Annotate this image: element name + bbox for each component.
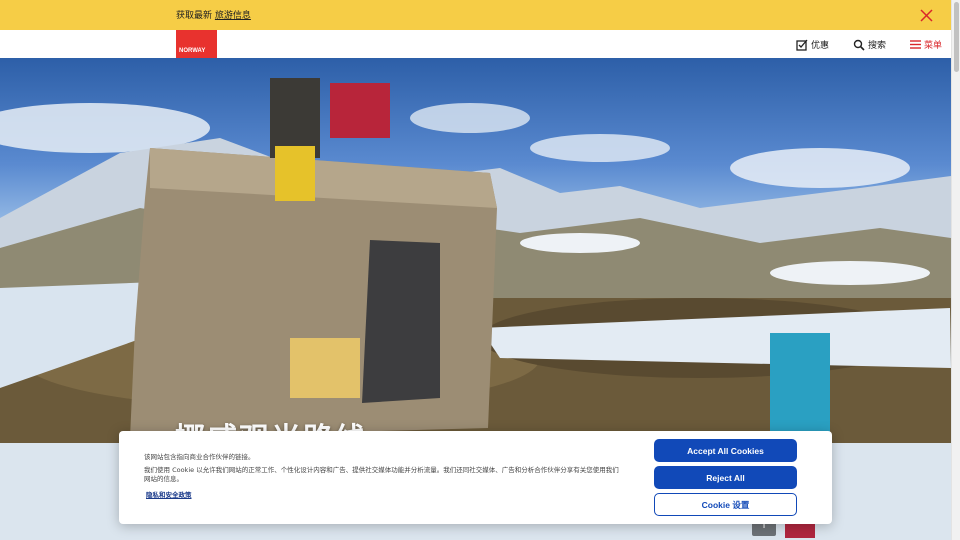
nav-menu-label: 菜单 xyxy=(924,41,943,51)
nav-search[interactable]: 搜索 xyxy=(853,38,886,51)
scrollbar-thumb[interactable] xyxy=(954,2,959,72)
page-scrollbar[interactable] xyxy=(951,0,960,540)
nav-menu[interactable]: 菜单 xyxy=(910,38,942,51)
reject-all-button[interactable]: Reject All xyxy=(654,466,797,489)
nav-offers-label: 优惠 xyxy=(811,41,830,51)
close-icon[interactable] xyxy=(919,8,934,23)
search-icon xyxy=(853,39,865,51)
cookie-description: 我们使用 Cookie 以允许我们网站的正常工作、个性化设计内容和广告、提供社交… xyxy=(144,466,619,483)
nav-search-label: 搜索 xyxy=(868,41,887,51)
news-banner: 获取最新 旅游信息 xyxy=(0,0,951,30)
site-header: NORWAY 优惠 搜索 菜单 xyxy=(0,30,951,58)
hamburger-icon xyxy=(910,40,921,49)
banner-prefix: 获取最新 xyxy=(176,11,213,21)
cookie-consent-dialog: 该网站包含指向商业合作伙伴的链接。 我们使用 Cookie 以允许我们网站的正常… xyxy=(119,431,832,524)
checklist-icon xyxy=(796,39,808,51)
norway-logo[interactable]: NORWAY xyxy=(176,30,217,58)
cookie-partner-notice: 该网站包含指向商业合作伙伴的链接。 xyxy=(144,453,255,461)
banner-travel-info-link[interactable]: 旅游信息 xyxy=(215,11,251,21)
cookie-settings-button[interactable]: Cookie 设置 xyxy=(654,493,797,516)
accept-all-cookies-button[interactable]: Accept All Cookies xyxy=(654,439,797,462)
nav-offers[interactable]: 优惠 xyxy=(796,38,829,51)
banner-text: 获取最新 旅游信息 xyxy=(176,8,251,21)
privacy-policy-link[interactable]: 隐私和安全政策 xyxy=(146,489,192,499)
